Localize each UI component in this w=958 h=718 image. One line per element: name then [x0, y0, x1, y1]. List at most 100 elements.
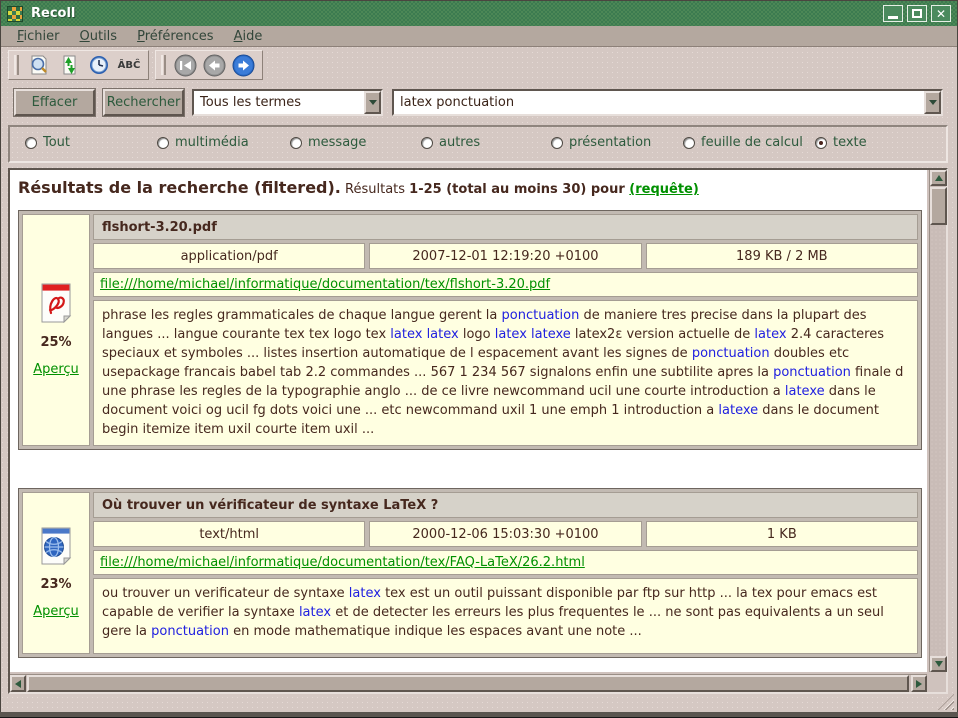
result-1-side-panel: 25% Aperçu — [22, 214, 90, 446]
toolbar-grip[interactable] — [14, 55, 19, 75]
chevron-down-icon — [929, 100, 937, 105]
radio-texte[interactable]: texte — [815, 135, 867, 150]
preview-link[interactable]: Aperçu — [33, 362, 79, 377]
result-size: 1 KB — [646, 521, 918, 547]
toolbar-group-tools: ÂBĈ — [8, 50, 149, 80]
result-title: flshort-3.20.pdf — [93, 214, 918, 240]
radio-icon — [290, 137, 302, 149]
toolbar: ÂBĈ — [8, 50, 263, 80]
radio-icon — [25, 137, 37, 149]
radio-tout[interactable]: Tout — [25, 135, 70, 150]
arrow-up-icon — [935, 175, 943, 181]
chevron-down-icon — [369, 100, 377, 105]
menu-aide[interactable]: Aide — [224, 27, 273, 46]
minimize-button[interactable] — [883, 5, 903, 22]
nav-first-page-button[interactable] — [173, 53, 198, 78]
result-2-details: Où trouver un vérificateur de syntaxe La… — [93, 492, 918, 654]
nav-first-page-icon — [174, 54, 197, 77]
radio-label: autres — [439, 135, 480, 150]
scroll-down-button[interactable] — [930, 656, 947, 672]
nav-next-page-icon — [232, 54, 255, 77]
recoll-window: Recoll ✕ Fichier Outils Préférences Aide — [0, 0, 958, 718]
radio-label: message — [308, 135, 366, 150]
result-snippet: ou trouver un verificateur de syntaxe la… — [93, 578, 918, 654]
nav-previous-page-button[interactable] — [202, 53, 227, 78]
result-item-1: 25% Aperçu flshort-3.20.pdf application/… — [18, 210, 922, 450]
sort-button[interactable] — [56, 53, 82, 77]
radio-label: présentation — [569, 135, 651, 150]
nav-next-page-button[interactable] — [231, 53, 256, 78]
result-mime-type: text/html — [93, 521, 365, 547]
radio-autres[interactable]: autres — [421, 135, 480, 150]
window-bottom-border — [0, 712, 958, 718]
query-link[interactable]: (requête) — [629, 182, 699, 197]
radio-icon — [683, 137, 695, 149]
relevance-percent: 23% — [40, 577, 71, 592]
result-url-link[interactable]: file:///home/michael/informatique/docume… — [100, 277, 550, 292]
term-explorer-icon: ÂBĈ — [118, 60, 141, 71]
results-list: Résultats de la recherche (filtered). Ré… — [10, 170, 927, 672]
radio-icon — [157, 137, 169, 149]
horizontal-scrollbar-thumb[interactable] — [27, 675, 909, 692]
result-title: Où trouver un vérificateur de syntaxe La… — [93, 492, 918, 518]
menubar: Fichier Outils Préférences Aide — [1, 26, 957, 47]
toolbar-grip[interactable] — [161, 55, 166, 75]
relevance-percent: 25% — [40, 335, 71, 350]
resize-grip[interactable] — [938, 694, 954, 710]
scroll-left-button[interactable] — [10, 675, 26, 692]
results-frame: Résultats de la recherche (filtered). Ré… — [8, 168, 948, 694]
arrow-down-icon — [935, 661, 943, 667]
vertical-scrollbar-thumb[interactable] — [930, 187, 947, 225]
results-header: Résultats de la recherche (filtered). Ré… — [18, 178, 927, 197]
result-url-row: file:///home/michael/informatique/docume… — [93, 272, 918, 297]
result-date: 2007-12-01 12:19:20 +0100 — [369, 243, 641, 269]
radio-multimedia[interactable]: multimédia — [157, 135, 249, 150]
search-query-combo[interactable] — [392, 89, 943, 116]
horizontal-scrollbar[interactable] — [10, 674, 927, 692]
clear-button[interactable]: Effacer — [14, 89, 95, 116]
menu-outils[interactable]: Outils — [70, 27, 128, 46]
maximize-button[interactable] — [907, 5, 927, 22]
result-url-row: file:///home/michael/informatique/docume… — [93, 550, 918, 575]
radio-icon — [815, 137, 827, 149]
titlebar[interactable]: Recoll ✕ — [1, 1, 957, 26]
result-url-link[interactable]: file:///home/michael/informatique/docume… — [100, 555, 585, 570]
radio-icon — [551, 137, 563, 149]
search-button[interactable]: Rechercher — [103, 89, 184, 116]
radio-label: Tout — [43, 135, 70, 150]
result-date: 2000-12-06 15:03:30 +0100 — [369, 521, 641, 547]
pdf-file-icon — [39, 283, 73, 323]
menu-fichier[interactable]: Fichier — [7, 27, 70, 46]
toolbar-group-nav — [155, 50, 263, 80]
menu-preferences[interactable]: Préférences — [127, 27, 223, 46]
scroll-right-button[interactable] — [911, 675, 927, 692]
close-icon: ✕ — [936, 8, 946, 20]
search-row: Effacer Rechercher Tous les termes — [0, 88, 958, 118]
search-mode-dropdown-button[interactable] — [364, 91, 381, 114]
preview-search-button[interactable] — [26, 53, 52, 77]
radio-presentation[interactable]: présentation — [551, 135, 651, 150]
arrow-right-icon — [916, 680, 922, 688]
maximize-icon — [912, 9, 922, 18]
sort-document-icon — [58, 54, 80, 76]
app-icon — [7, 6, 23, 22]
preview-link[interactable]: Aperçu — [33, 604, 79, 619]
scroll-up-button[interactable] — [930, 170, 947, 186]
preview-search-icon — [28, 54, 50, 76]
term-explorer-button[interactable]: ÂBĈ — [116, 53, 142, 77]
search-mode-select[interactable]: Tous les termes — [192, 89, 383, 116]
radio-label: multimédia — [175, 135, 249, 150]
search-query-dropdown-button[interactable] — [924, 91, 941, 114]
result-meta-row: application/pdf 2007-12-01 12:19:20 +010… — [93, 243, 918, 269]
radio-label: texte — [833, 135, 867, 150]
vertical-scrollbar[interactable] — [929, 170, 946, 672]
search-query-input[interactable] — [394, 95, 924, 110]
minimize-icon — [888, 16, 898, 19]
history-button[interactable] — [86, 53, 112, 77]
radio-label: feuille de calcul — [701, 135, 803, 150]
radio-feuille-de-calcul[interactable]: feuille de calcul — [683, 135, 803, 150]
close-button[interactable]: ✕ — [931, 5, 951, 22]
result-meta-row: text/html 2000-12-06 15:03:30 +0100 1 KB — [93, 521, 918, 547]
radio-message[interactable]: message — [290, 135, 366, 150]
result-snippet: phrase les regles grammaticales de chaqu… — [93, 300, 918, 446]
